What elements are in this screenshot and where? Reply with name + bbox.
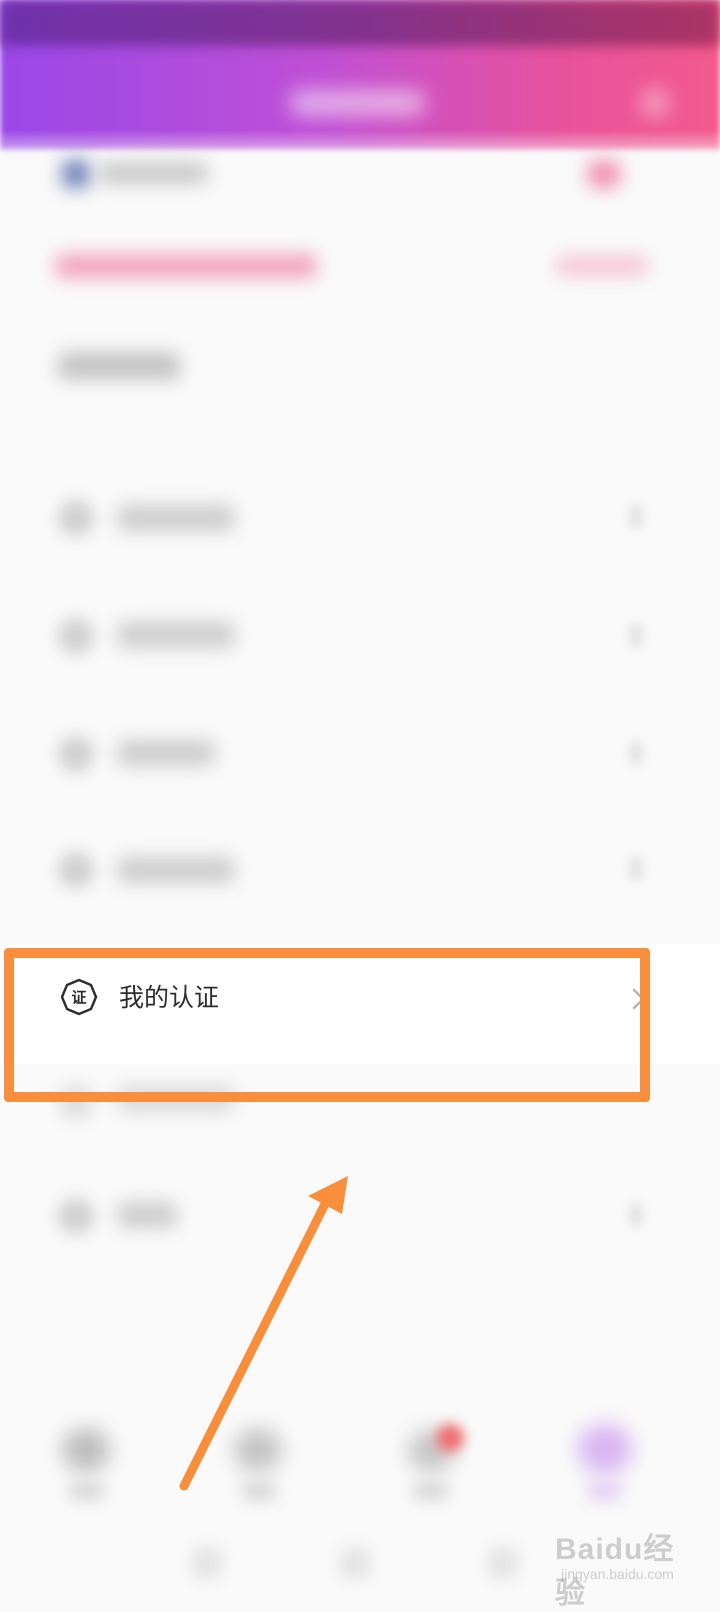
tab-label-blurred [414,1482,448,1500]
annotation-arrow [179,1176,348,1491]
notification-badge [436,1424,464,1452]
tab-icon-blurred [234,1428,282,1472]
menu-icon-blurred [58,500,94,536]
menu-label-blurred [117,1202,177,1228]
baidu-watermark: Baidu经验 jingyan.baidu.com [555,1524,705,1610]
chevron-right-icon [630,624,642,646]
tab-label-blurred [242,1482,276,1500]
header-badge-blurred[interactable] [588,160,620,188]
promo-link-blurred[interactable] [556,256,648,276]
menu-label-blurred [117,857,235,883]
highlight-box [4,948,650,1102]
tab-icon-blurred [62,1428,110,1472]
tab-label-blurred [70,1482,104,1500]
menu-label-blurred [117,740,215,766]
nav-back-button[interactable] [192,1548,222,1578]
menu-icon-blurred [58,1198,94,1234]
status-bar [0,0,720,46]
menu-icon-blurred [58,736,94,772]
chevron-right-icon [630,858,642,880]
watermark-url: jingyan.baidu.com [561,1566,674,1582]
nav-recent-button[interactable] [488,1548,518,1578]
chevron-right-icon [630,506,642,528]
chevron-right-icon [630,742,642,764]
menu-icon-blurred [58,618,94,654]
tab-label-blurred [588,1482,622,1500]
header-title-blurred [290,90,425,116]
header-right-icon[interactable] [640,88,670,118]
username-blurred [98,162,208,184]
chevron-right-icon [630,1204,642,1226]
menu-icon-blurred [58,852,94,888]
avatar-blurred[interactable] [62,160,90,188]
nav-home-button[interactable] [340,1548,370,1578]
tab-icon-blurred [578,1424,632,1474]
menu-label-blurred [117,505,235,531]
menu-label-blurred [117,622,235,648]
section-title-blurred [58,352,180,380]
promo-text-blurred[interactable] [55,254,317,278]
